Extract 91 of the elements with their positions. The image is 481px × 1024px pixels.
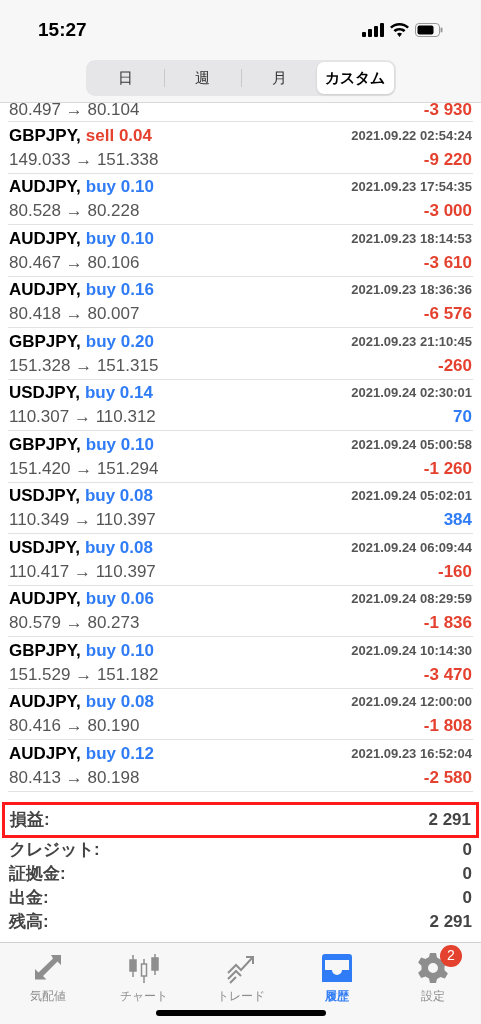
symbol-label: AUDJPY, [9, 176, 81, 198]
summary-label: 出金: [9, 886, 49, 909]
order-label: buy 0.08 [85, 691, 154, 713]
order-label: buy 0.10 [85, 227, 154, 250]
price-range: 80.413 → 80.198 [9, 766, 140, 789]
summary-value: 0 [462, 838, 472, 861]
profit-value: 70 [453, 406, 472, 428]
tab-bar-item[interactable]: 履歴 [288, 942, 385, 1007]
profit-value: 384 [443, 509, 472, 531]
trade-time: 2021.09.23 17:54:35 [351, 178, 472, 196]
symbol-label: AUDJPY, [9, 588, 81, 610]
price-range: 80.416 → 80.190 [9, 715, 140, 737]
signal-icon [362, 23, 384, 37]
summary-label: クレジット: [9, 838, 100, 861]
order-label: buy 0.12 [85, 742, 154, 765]
price-range: 80.528 → 80.228 [9, 200, 140, 222]
profit-value: -9 220 [423, 148, 472, 171]
profit-value: -3 610 [423, 251, 472, 274]
price-range: 151.420 → 151.294 [9, 457, 159, 480]
order-label: buy 0.08 [84, 536, 153, 559]
tab-bar-item[interactable]: トレード [192, 942, 289, 1007]
profit-value: -2 580 [423, 766, 472, 789]
segment-tab[interactable]: 週 [165, 62, 241, 94]
profit-value: -3 470 [423, 663, 472, 686]
symbol-label: AUDJPY, [9, 227, 81, 250]
price-range: 149.033 → 151.338 [9, 148, 159, 171]
segment-tab[interactable]: カスタム [317, 62, 394, 94]
price-range: 151.529 → 151.182 [9, 663, 159, 686]
price-range: 110.307 → 110.312 [9, 406, 156, 428]
profit-value: -1 260 [423, 457, 472, 480]
battery-icon [415, 23, 443, 37]
trade-time: 2021.09.24 05:00:58 [351, 435, 472, 454]
symbol-label: GBPJPY, [9, 330, 81, 353]
profit-value: -3 930 [423, 103, 472, 119]
trade-time: 2021.09.24 08:29:59 [351, 590, 472, 608]
profit-value: -1 808 [423, 715, 472, 737]
profit-value: -160 [437, 560, 472, 583]
trade-time: 2021.09.24 06:09:44 [351, 538, 472, 557]
tab-bar-item[interactable]: チャート [96, 942, 193, 1007]
summary-value: 0 [462, 886, 472, 909]
wifi-icon [390, 23, 409, 37]
trade-time: 2021.09.23 16:52:04 [351, 744, 472, 763]
order-label: buy 0.16 [85, 279, 154, 301]
order-label: sell 0.04 [85, 124, 152, 147]
trade-time: 2021.09.23 21:10:45 [351, 332, 472, 351]
order-label: buy 0.20 [85, 330, 154, 353]
symbol-label: USDJPY, [9, 382, 80, 404]
profit-value: -6 576 [423, 303, 472, 325]
trade-time: 2021.09.24 12:00:00 [351, 693, 472, 711]
trade-time: 2021.09.23 18:36:36 [351, 281, 472, 299]
order-label: buy 0.10 [85, 176, 154, 198]
order-label: buy 0.06 [85, 588, 154, 610]
order-label: buy 0.10 [85, 433, 154, 456]
profit-value: -1 836 [423, 612, 472, 634]
symbol-label: AUDJPY, [9, 691, 81, 713]
status-time: 15:27 [38, 17, 87, 42]
symbol-label: USDJPY, [9, 485, 80, 507]
symbol-label: GBPJPY, [9, 124, 81, 147]
order-label: buy 0.08 [84, 485, 153, 507]
notification-badge: 2 [439, 944, 462, 967]
profit-value: -3 000 [423, 200, 472, 222]
order-label: buy 0.14 [84, 382, 153, 404]
summary-value: 0 [462, 862, 472, 885]
price-range: 80.467 → 80.106 [9, 251, 140, 274]
price-range: 151.328 → 151.315 [9, 354, 159, 377]
trade-time: 2021.09.24 02:30:01 [351, 384, 472, 402]
symbol-label: AUDJPY, [9, 742, 81, 765]
profit-value: -260 [437, 354, 472, 377]
tab-bar-item[interactable]: 2 設定 [384, 942, 481, 1007]
trade-time: 2021.09.24 05:02:01 [351, 487, 472, 505]
summary-label: 残高: [9, 910, 49, 933]
price-range: 80.579 → 80.273 [9, 612, 140, 634]
segment-tab[interactable]: 月 [241, 62, 317, 94]
trade-time: 2021.09.24 10:14:30 [351, 641, 472, 660]
price-range: 110.349 → 110.397 [9, 509, 156, 531]
summary-label: 証拠金: [9, 862, 66, 885]
segment-tab[interactable]: 日 [87, 62, 164, 94]
order-label: buy 0.10 [85, 639, 154, 662]
summary-label: 損益: [10, 808, 50, 831]
symbol-label: AUDJPY, [9, 279, 81, 301]
symbol-label: GBPJPY, [9, 433, 81, 456]
summary-value: 2 291 [429, 910, 472, 933]
trade-time: 2021.09.23 18:14:53 [351, 229, 472, 248]
price-range: 110.417 → 110.397 [9, 560, 156, 583]
trade-time: 2021.09.22 02:54:24 [351, 126, 472, 145]
price-range: 80.497 → 80.104 [9, 103, 140, 119]
tab-bar-item[interactable]: 気配値 [0, 942, 97, 1007]
summary-value: 2 291 [428, 808, 471, 831]
price-range: 80.418 → 80.007 [9, 303, 140, 325]
symbol-label: USDJPY, [9, 536, 80, 559]
symbol-label: GBPJPY, [9, 639, 81, 662]
